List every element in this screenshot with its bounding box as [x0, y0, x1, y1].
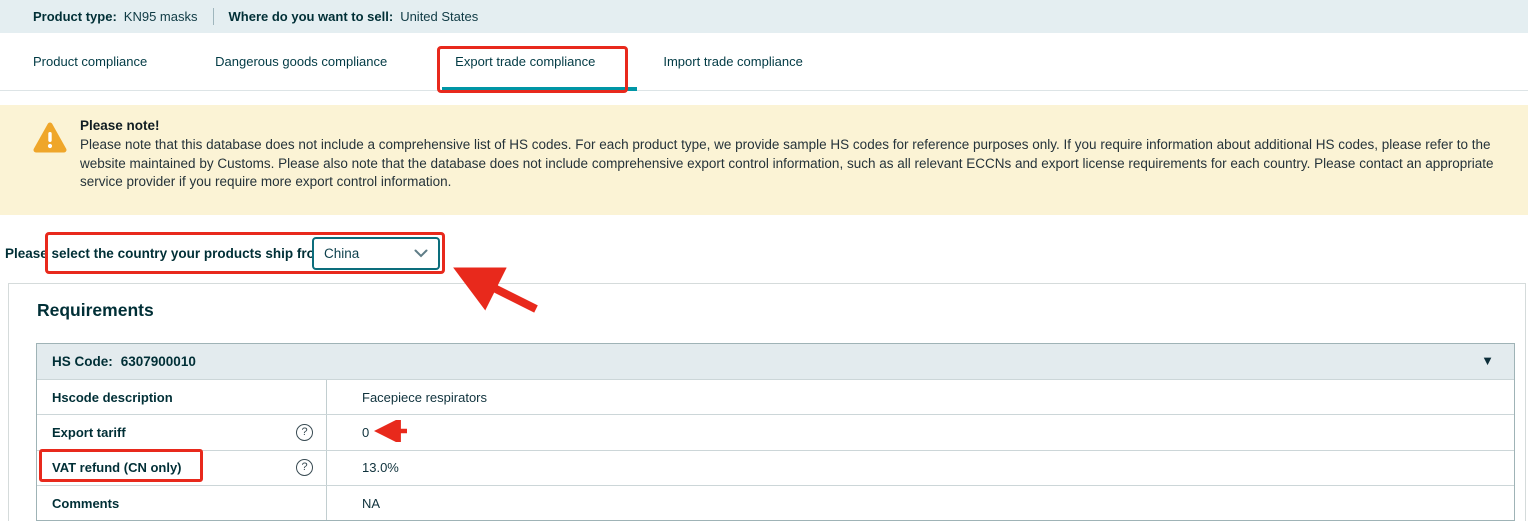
- requirements-heading: Requirements: [37, 300, 154, 321]
- collapse-caret-icon[interactable]: ▼: [1481, 353, 1494, 368]
- tab-dangerous-goods-compliance[interactable]: Dangerous goods compliance: [215, 54, 387, 69]
- chevron-down-icon: [414, 246, 428, 261]
- active-tab-underline: [442, 87, 637, 91]
- divider: [213, 8, 214, 25]
- row-label: Comments: [52, 496, 313, 511]
- row-value-cell: 13.0%: [327, 451, 1514, 485]
- product-type-label: Product type:: [33, 9, 117, 24]
- ship-from-label: Please select the country your products …: [5, 246, 327, 261]
- requirements-table: HS Code: 6307900010 ▼ Hscode description…: [36, 343, 1515, 521]
- selected-country: China: [324, 246, 359, 261]
- product-type-value: KN95 masks: [124, 9, 198, 24]
- compliance-tabs: Product compliance Dangerous goods compl…: [0, 33, 1528, 91]
- row-label-cell: Export tariff ?: [37, 415, 327, 449]
- table-row-vat-refund: VAT refund (CN only) ? 13.0%: [37, 450, 1514, 485]
- notice-banner: Please note! Please note that this datab…: [0, 105, 1528, 215]
- sell-country-value: United States: [400, 9, 478, 24]
- warning-triangle-icon: [33, 121, 67, 160]
- table-row-export-tariff: Export tariff ? 0: [37, 414, 1514, 449]
- row-label-cell: Hscode description: [37, 380, 327, 414]
- row-value-cell: 0: [327, 415, 1514, 449]
- row-label-cell: Comments: [37, 486, 327, 520]
- row-label-cell: VAT refund (CN only) ?: [37, 451, 327, 485]
- hs-code-value: 6307900010: [121, 354, 196, 369]
- table-row-comments: Comments NA: [37, 485, 1514, 520]
- row-value: Facepiece respirators: [362, 390, 487, 405]
- hs-code-label: HS Code:: [52, 354, 113, 369]
- row-value: 13.0%: [362, 460, 399, 475]
- row-label: VAT refund (CN only): [52, 460, 296, 475]
- row-label: Export tariff: [52, 425, 296, 440]
- tab-product-compliance[interactable]: Product compliance: [33, 54, 147, 69]
- notice-text: Please note! Please note that this datab…: [80, 118, 1518, 192]
- notice-body: Please note that this database does not …: [80, 136, 1518, 192]
- help-question-icon[interactable]: ?: [296, 459, 313, 476]
- notice-title: Please note!: [80, 118, 1518, 133]
- table-row-hscode-description: Hscode description Facepiece respirators: [37, 379, 1514, 414]
- row-value-cell: NA: [327, 486, 1514, 520]
- tab-import-trade-compliance[interactable]: Import trade compliance: [663, 54, 802, 69]
- row-label: Hscode description: [52, 390, 313, 405]
- tab-export-trade-compliance[interactable]: Export trade compliance: [455, 54, 595, 69]
- requirements-card: Requirements HS Code: 6307900010 ▼ Hscod…: [8, 283, 1526, 521]
- context-bar: Product type: KN95 masks Where do you wa…: [0, 0, 1528, 33]
- row-value: NA: [362, 496, 380, 511]
- export-trade-compliance-page: Product type: KN95 masks Where do you wa…: [0, 0, 1528, 521]
- row-value-cell: Facepiece respirators: [327, 380, 1514, 414]
- hs-code-header-row[interactable]: HS Code: 6307900010 ▼: [37, 344, 1514, 379]
- help-question-icon[interactable]: ?: [296, 424, 313, 441]
- row-value: 0: [362, 425, 369, 440]
- ship-from-country-select[interactable]: China: [312, 237, 440, 270]
- sell-country-label: Where do you want to sell:: [229, 9, 394, 24]
